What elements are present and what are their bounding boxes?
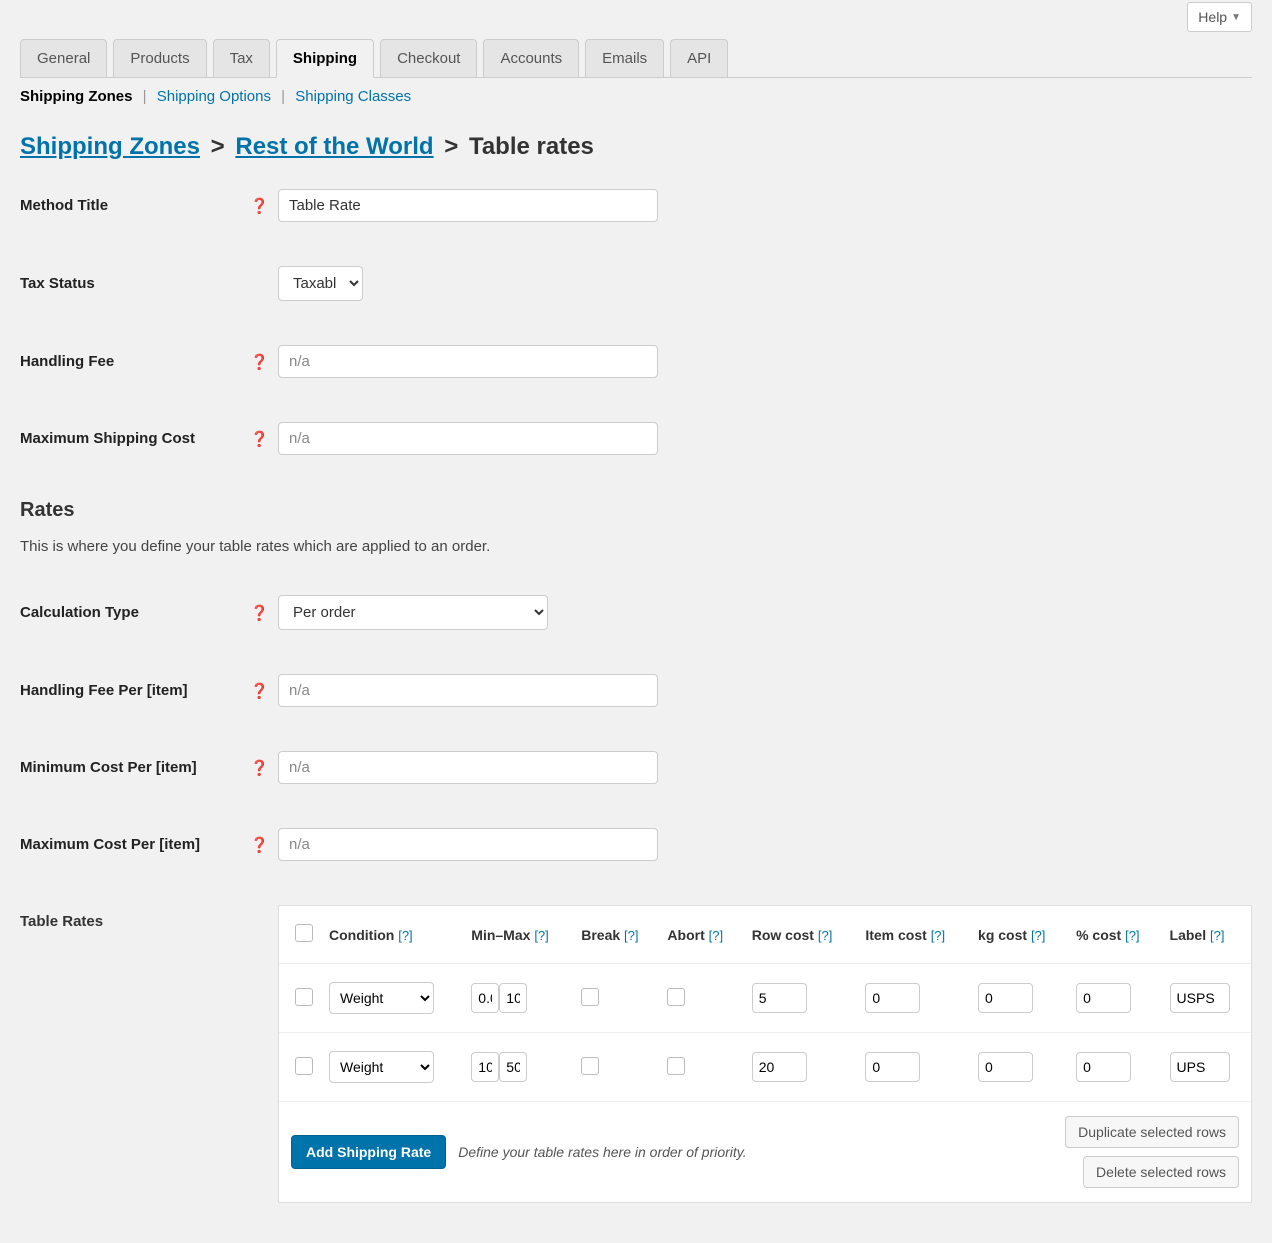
max-ship-cost-input[interactable]: [278, 422, 658, 455]
tax-status-select[interactable]: Taxable: [278, 266, 363, 301]
subnav-classes[interactable]: Shipping Classes: [295, 88, 411, 105]
handling-per-item-label: Handling Fee Per [item]: [20, 682, 250, 699]
row-checkbox[interactable]: [295, 988, 313, 1006]
select-all-checkbox[interactable]: [295, 924, 313, 942]
method-title-input[interactable]: [278, 189, 658, 222]
header-label: Label: [1170, 927, 1207, 943]
add-shipping-rate-button[interactable]: Add Shipping Rate: [291, 1135, 446, 1169]
max-cost-per-item-input[interactable]: [278, 828, 658, 861]
handling-fee-label: Handling Fee: [20, 353, 250, 370]
kg-cost-input[interactable]: [978, 1052, 1033, 1082]
tab-checkout[interactable]: Checkout: [380, 39, 477, 78]
help-link[interactable]: [?]: [1125, 928, 1139, 943]
tab-emails[interactable]: Emails: [585, 39, 664, 78]
max-input[interactable]: [499, 983, 527, 1013]
help-icon[interactable]: ❓: [250, 604, 268, 622]
row-cost-input[interactable]: [752, 1052, 807, 1082]
header-break: Break: [581, 927, 620, 943]
header-pct-cost: % cost: [1076, 927, 1121, 943]
handling-fee-input[interactable]: [278, 345, 658, 378]
table-rates-label: Table Rates: [20, 905, 278, 1203]
help-dropdown[interactable]: Help ▼: [1187, 2, 1252, 32]
header-abort: Abort: [667, 927, 704, 943]
row-checkbox[interactable]: [295, 1057, 313, 1075]
tab-api[interactable]: API: [670, 39, 728, 78]
abort-checkbox[interactable]: [667, 988, 685, 1006]
min-input[interactable]: [471, 983, 499, 1013]
shipping-subnav: Shipping Zones | Shipping Options | Ship…: [20, 78, 1252, 109]
tab-accounts[interactable]: Accounts: [483, 39, 579, 78]
break-checkbox[interactable]: [581, 1057, 599, 1075]
min-input[interactable]: [471, 1052, 499, 1082]
abort-checkbox[interactable]: [667, 1057, 685, 1075]
rates-table: Condition [?] Min–Max [?] Break [?] Abor…: [279, 906, 1251, 1102]
help-link[interactable]: [?]: [709, 928, 723, 943]
breadcrumb-zones-link[interactable]: Shipping Zones: [20, 133, 200, 160]
footer-note: Define your table rates here in order of…: [458, 1144, 1053, 1160]
table-header-row: Condition [?] Min–Max [?] Break [?] Abor…: [279, 906, 1251, 964]
max-cost-per-item-label: Maximum Cost Per [item]: [20, 836, 250, 853]
table-footer: Add Shipping Rate Define your table rate…: [279, 1102, 1251, 1202]
pct-cost-input[interactable]: [1076, 983, 1131, 1013]
help-link[interactable]: [?]: [534, 928, 548, 943]
break-checkbox[interactable]: [581, 988, 599, 1006]
max-input[interactable]: [499, 1052, 527, 1082]
help-link[interactable]: [?]: [931, 928, 945, 943]
separator: |: [137, 88, 153, 105]
help-link[interactable]: [?]: [398, 928, 412, 943]
delete-rows-button[interactable]: Delete selected rows: [1083, 1156, 1239, 1188]
label-input[interactable]: [1170, 983, 1230, 1013]
row-cost-input[interactable]: [752, 983, 807, 1013]
tab-shipping[interactable]: Shipping: [276, 39, 374, 78]
rates-heading: Rates: [20, 499, 1252, 522]
help-link[interactable]: [?]: [624, 928, 638, 943]
max-ship-cost-label: Maximum Shipping Cost: [20, 430, 250, 447]
rates-desc: This is where you define your table rate…: [20, 538, 1252, 555]
kg-cost-input[interactable]: [978, 983, 1033, 1013]
header-kg-cost: kg cost: [978, 927, 1027, 943]
item-cost-input[interactable]: [865, 983, 920, 1013]
help-icon[interactable]: ❓: [250, 353, 268, 371]
min-cost-per-item-label: Minimum Cost Per [item]: [20, 759, 250, 776]
calc-type-select[interactable]: Per order: [278, 595, 548, 630]
help-link[interactable]: [?]: [818, 928, 832, 943]
breadcrumb-zone-link[interactable]: Rest of the World: [235, 133, 433, 160]
item-cost-input[interactable]: [865, 1052, 920, 1082]
pct-cost-input[interactable]: [1076, 1052, 1131, 1082]
handling-per-item-input[interactable]: [278, 674, 658, 707]
tax-status-label: Tax Status: [20, 275, 250, 292]
help-link[interactable]: [?]: [1031, 928, 1045, 943]
chevron-down-icon: ▼: [1231, 12, 1241, 23]
label-input[interactable]: [1170, 1052, 1230, 1082]
subnav-options[interactable]: Shipping Options: [157, 88, 271, 105]
table-row: Weight: [279, 964, 1251, 1033]
method-title-label: Method Title: [20, 197, 250, 214]
table-rates-box: Condition [?] Min–Max [?] Break [?] Abor…: [278, 905, 1252, 1203]
header-item-cost: Item cost: [865, 927, 926, 943]
header-row-cost: Row cost: [752, 927, 814, 943]
help-icon[interactable]: ❓: [250, 836, 268, 854]
calc-type-label: Calculation Type: [20, 604, 250, 621]
duplicate-rows-button[interactable]: Duplicate selected rows: [1065, 1116, 1239, 1148]
header-condition: Condition: [329, 927, 394, 943]
header-minmax: Min–Max: [471, 927, 530, 943]
min-cost-per-item-input[interactable]: [278, 751, 658, 784]
condition-select[interactable]: Weight: [329, 1051, 434, 1083]
breadcrumb-method: Table rates: [469, 133, 594, 160]
help-icon[interactable]: ❓: [250, 430, 268, 448]
subnav-zones[interactable]: Shipping Zones: [20, 88, 133, 105]
help-link[interactable]: [?]: [1210, 928, 1224, 943]
help-icon[interactable]: ❓: [250, 197, 268, 215]
table-row: Weight: [279, 1033, 1251, 1102]
breadcrumb: Shipping Zones > Rest of the World > Tab…: [20, 133, 1252, 161]
tab-general[interactable]: General: [20, 39, 107, 78]
tab-tax[interactable]: Tax: [213, 39, 270, 78]
settings-tabs: General Products Tax Shipping Checkout A…: [20, 38, 1252, 78]
tab-products[interactable]: Products: [113, 39, 206, 78]
help-icon[interactable]: ❓: [250, 682, 268, 700]
condition-select[interactable]: Weight: [329, 982, 434, 1014]
separator: |: [275, 88, 291, 105]
help-icon[interactable]: ❓: [250, 759, 268, 777]
help-label: Help: [1198, 9, 1227, 25]
